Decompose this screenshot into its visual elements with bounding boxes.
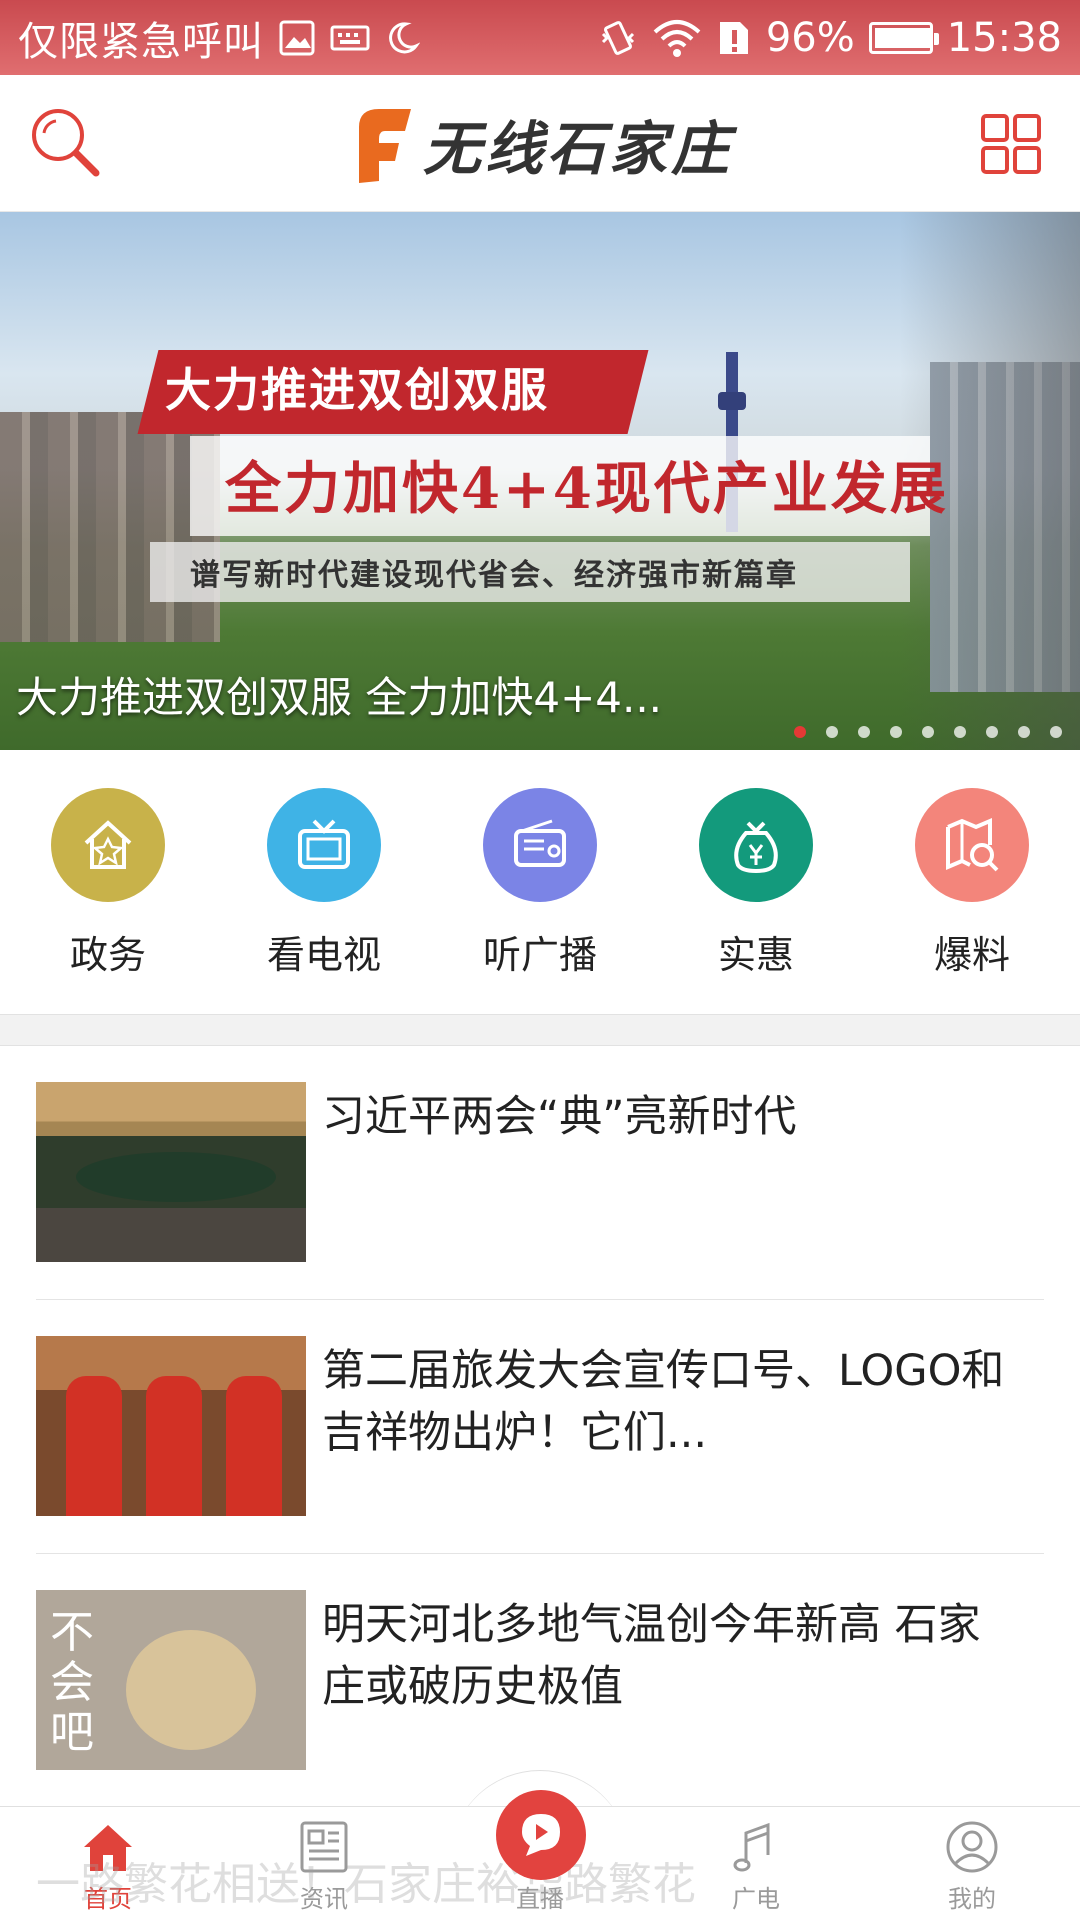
grid-icon	[981, 114, 1041, 174]
news-thumbnail: 不会吧	[36, 1590, 306, 1770]
category-label: 听广播	[482, 933, 597, 977]
news-title: 习近平两会“典”亮新时代	[322, 1092, 797, 1142]
category-label: 政务	[69, 933, 146, 977]
news-item[interactable]: 习近平两会“典”亮新时代	[36, 1082, 1044, 1300]
radio-icon	[514, 819, 566, 867]
tv-icon	[298, 819, 350, 869]
vibrate-icon	[598, 18, 638, 58]
search-icon	[32, 109, 100, 177]
battery-icon	[868, 21, 939, 54]
banner-subtitle: 谱写新时代建设现代省会、经济强市新篇章	[190, 558, 798, 593]
live-icon	[522, 1814, 560, 1856]
image-icon	[278, 19, 316, 57]
money-bag-icon	[734, 821, 778, 874]
home-star-icon	[84, 820, 132, 869]
category-label: 爆料	[933, 933, 1010, 977]
moon-icon	[384, 20, 420, 56]
status-bar: 仅限紧急呼叫 96% 15:38	[0, 0, 1080, 75]
category-tv[interactable]: 看电视	[256, 750, 392, 1015]
news-list: 习近平两会“典”亮新时代 第二届旅发大会宣传口号、LOGO和吉祥物出炉！它们..…	[0, 1046, 1080, 1808]
category-deals[interactable]: 实惠	[688, 750, 824, 1015]
carousel-dot[interactable]	[890, 726, 902, 738]
carousel-dot[interactable]	[986, 726, 998, 738]
news-title: 第二届旅发大会宣传口号、LOGO和吉祥物出炉！它们...	[322, 1346, 1005, 1458]
category-label: 实惠	[717, 933, 794, 977]
carousel-dots	[794, 726, 1062, 738]
sim-alert-icon	[716, 18, 752, 58]
banner-carousel[interactable]: 大力推进双创双服 全力加快4+4现代产业发展 谱写新时代建设现代省会、经济强市新…	[0, 212, 1080, 750]
banner-main-title: 全力加快4+4现代产业发展	[225, 456, 949, 522]
banner-red-title: 大力推进双创双服	[165, 363, 549, 417]
thumbnail-caption: 不会吧	[50, 1607, 94, 1758]
live-button[interactable]	[496, 1790, 586, 1880]
carousel-dot[interactable]	[954, 726, 966, 738]
logo-text: 无线石家庄	[423, 115, 734, 183]
battery-percent: 96%	[765, 14, 855, 61]
category-shortcuts: 政务 看电视 听广播 实惠 爆料	[0, 750, 1080, 1015]
banner-caption[interactable]: 大力推进双创双服 全力加快4+4...	[16, 664, 662, 725]
carousel-dot[interactable]	[1050, 726, 1062, 738]
section-divider	[0, 1014, 1080, 1046]
carousel-dot[interactable]	[794, 726, 806, 738]
app-logo: 无线石家庄	[355, 103, 733, 185]
news-title: 明天河北多地气温创今年新高 石家庄或破历史极值	[322, 1600, 981, 1712]
news-thumbnail	[36, 1336, 306, 1516]
category-circle	[51, 788, 165, 902]
news-item[interactable]: 第二届旅发大会宣传口号、LOGO和吉祥物出炉！它们...	[36, 1300, 1044, 1554]
logo-mark-icon	[359, 109, 411, 183]
category-government[interactable]: 政务	[40, 750, 176, 1015]
category-radio[interactable]: 听广播	[472, 750, 608, 1015]
clock: 15:38	[946, 14, 1062, 61]
search-button[interactable]	[28, 105, 104, 181]
keyboard-icon	[330, 23, 370, 53]
news-thumbnail	[36, 1082, 306, 1262]
carrier-text: 仅限紧急呼叫	[18, 18, 264, 65]
category-report[interactable]: 爆料	[904, 750, 1040, 1015]
carousel-dot[interactable]	[922, 726, 934, 738]
menu-grid-button[interactable]	[980, 113, 1042, 175]
carousel-dot[interactable]	[1018, 726, 1030, 738]
wifi-icon	[652, 18, 702, 58]
app-header: 无线石家庄	[0, 75, 1080, 212]
map-search-icon	[946, 817, 999, 872]
banner-city-left	[0, 412, 220, 642]
carousel-dot[interactable]	[826, 726, 838, 738]
carousel-dot[interactable]	[858, 726, 870, 738]
category-label: 看电视	[266, 933, 381, 977]
